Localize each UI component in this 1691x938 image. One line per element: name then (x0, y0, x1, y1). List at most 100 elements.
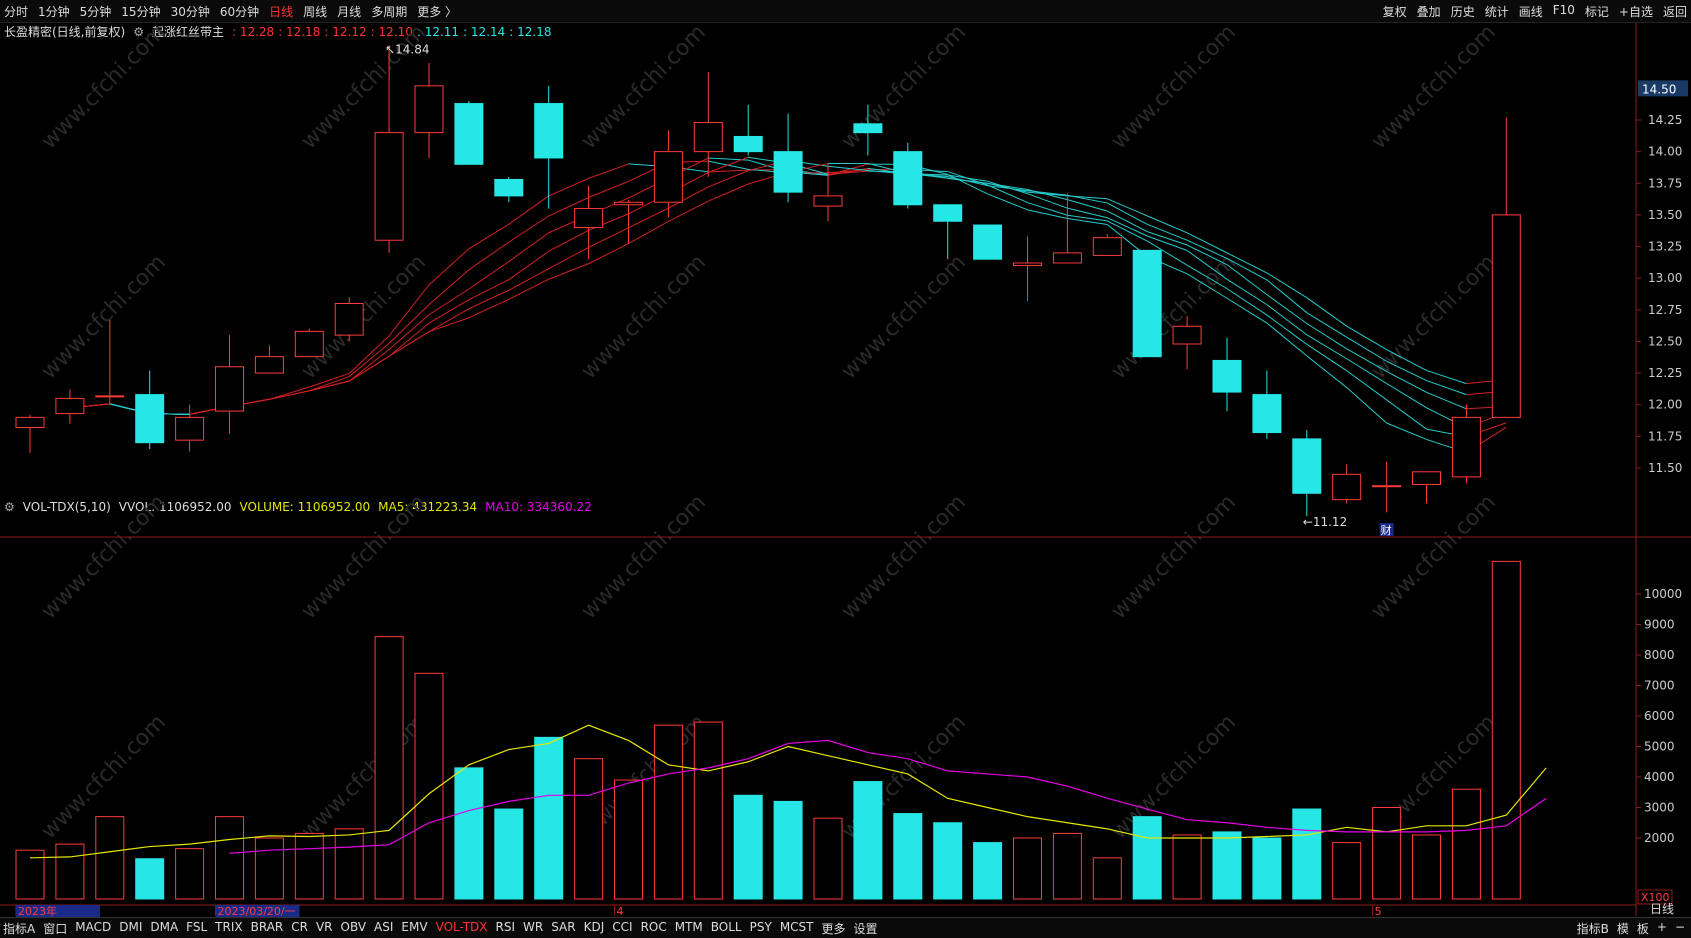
ribbon-segment (349, 336, 389, 374)
tool-+自选[interactable]: +自选 (1619, 3, 1653, 20)
tab-日线[interactable]: 日线 (269, 3, 293, 20)
watermark-text: www.cfchi.com (1107, 250, 1241, 384)
tool-叠加[interactable]: 叠加 (1417, 3, 1441, 20)
candle-body (96, 396, 124, 397)
indicator-BOLL[interactable]: BOLL (711, 920, 742, 937)
tab-1分钟[interactable]: 1分钟 (38, 3, 70, 20)
indicator-KDJ[interactable]: KDJ (584, 920, 605, 937)
candle-body (255, 357, 283, 373)
indicator-指标A[interactable]: 指标A (3, 920, 35, 937)
tool-画线[interactable]: 画线 (1519, 3, 1543, 20)
ribbon-segment (389, 285, 429, 336)
tab-60分钟[interactable]: 60分钟 (220, 3, 259, 20)
indicator-DMI[interactable]: DMI (119, 920, 142, 937)
candle-body (615, 202, 643, 205)
indicator-MTM[interactable]: MTM (675, 920, 703, 937)
toolbar-tools: 复权叠加历史统计画线 F10 标记 +自选返回 (1383, 3, 1687, 20)
indicator-WR[interactable]: WR (523, 920, 543, 937)
tool-统计[interactable]: 统计 (1485, 3, 1509, 20)
indicator-VOL-TDX[interactable]: VOL-TDX (436, 920, 488, 937)
tab-5分钟[interactable]: 5分钟 (80, 3, 112, 20)
indicator-CR[interactable]: CR (291, 920, 308, 937)
indicator-MACD[interactable]: MACD (75, 920, 111, 937)
ribbon-segment (230, 399, 270, 406)
indicator-OBV[interactable]: OBV (341, 920, 367, 937)
kline-chart[interactable]: www.cfchi.comwww.cfchi.comwww.cfchi.comw… (0, 0, 1691, 937)
tool-历史[interactable]: 历史 (1451, 3, 1475, 20)
indicator-DMA[interactable]: DMA (150, 920, 178, 937)
ribbon-segment (988, 181, 1028, 193)
indicator-SAR[interactable]: SAR (551, 920, 575, 937)
indicator-PSY[interactable]: PSY (750, 920, 772, 937)
indicator-RSI[interactable]: RSI (496, 920, 516, 937)
indicator-窗口[interactable]: 窗口 (43, 920, 67, 937)
date-axis: 2023年2023/03/20/一45日线 (16, 902, 1674, 918)
indicator-ASI[interactable]: ASI (374, 920, 393, 937)
ribbon-segment (1427, 429, 1467, 437)
ribbon-segment (1227, 298, 1267, 323)
gear-icon[interactable]: ⚙ (133, 25, 144, 39)
candle-body (495, 179, 523, 195)
ribbon-segment (509, 269, 549, 291)
bottom-right-−[interactable]: − (1675, 920, 1685, 937)
vol-tick-label: 3000 (1644, 801, 1675, 815)
ribbon-segment (868, 163, 908, 173)
indicator-CCI[interactable]: CCI (612, 920, 632, 937)
legend-value: : 12.10 (371, 25, 413, 39)
bottom-right-指标B[interactable]: 指标B (1577, 920, 1609, 937)
price-tick-label: 14.00 (1648, 145, 1682, 159)
ribbon-segment (668, 187, 708, 208)
indicator-FSL[interactable]: FSL (186, 920, 207, 937)
ribbon-segment (1227, 258, 1267, 280)
tab-月线[interactable]: 月线 (337, 3, 361, 20)
ribbon-segment (788, 160, 828, 166)
tab-15分钟[interactable]: 15分钟 (121, 3, 160, 20)
candle-body (894, 152, 922, 205)
volume-bar (575, 759, 603, 899)
ribbon-segment (1466, 427, 1506, 452)
candle-body (375, 133, 403, 241)
indicator-BRAR[interactable]: BRAR (251, 920, 284, 937)
indicator-ROC[interactable]: ROC (641, 920, 667, 937)
tool-返回[interactable]: 返回 (1663, 3, 1687, 20)
indicator-MCST[interactable]: MCST (780, 920, 814, 937)
tool-标记[interactable]: 标记 (1585, 3, 1609, 20)
low-annotation: ←11.12 (1303, 515, 1347, 529)
gear-icon[interactable]: ⚙ (4, 500, 15, 514)
indicator-设置[interactable]: 设置 (854, 920, 878, 937)
bottom-right-模[interactable]: 模 (1617, 920, 1629, 937)
vol-tick-label: 9000 (1644, 618, 1675, 632)
volume-bar (1452, 789, 1480, 899)
vol-tick-label: 10000 (1644, 587, 1682, 601)
volume-bar (1014, 838, 1042, 899)
bottom-right-板[interactable]: 板 (1637, 920, 1649, 937)
volume-bar (1253, 838, 1281, 899)
volume-bar (16, 850, 44, 899)
candle-body (176, 417, 204, 440)
volume-bar (694, 722, 722, 899)
ribbon-segment (868, 168, 908, 173)
indicator-更多[interactable]: 更多 (822, 920, 846, 937)
indicator-TRIX[interactable]: TRIX (215, 920, 242, 937)
indicator-EMV[interactable]: EMV (401, 920, 427, 937)
finance-marker[interactable]: 财 (1381, 523, 1392, 537)
tab-多周期[interactable]: 多周期 (371, 3, 407, 20)
candle-body (774, 152, 802, 192)
vol-unit-box (1638, 890, 1672, 904)
bottom-right-+[interactable]: + (1657, 920, 1667, 937)
candle-body (1373, 486, 1401, 487)
ribbon-segment (868, 171, 908, 175)
tab-分时[interactable]: 分时 (4, 3, 28, 20)
tab-周线[interactable]: 周线 (303, 3, 327, 20)
ribbon-segment (629, 193, 669, 214)
tool-F10[interactable]: F10 (1553, 3, 1575, 20)
tab-30分钟[interactable]: 30分钟 (171, 3, 210, 20)
tool-复权[interactable]: 复权 (1383, 3, 1407, 20)
tab-更多 〉[interactable]: 更多 〉 (417, 3, 457, 20)
indicator-VR[interactable]: VR (316, 920, 333, 937)
ribbon-segment (1307, 344, 1347, 370)
ribbon-segment (549, 215, 589, 233)
candle-body (1413, 472, 1441, 485)
ribbon-segment (309, 381, 349, 391)
candle-body (1213, 360, 1241, 392)
